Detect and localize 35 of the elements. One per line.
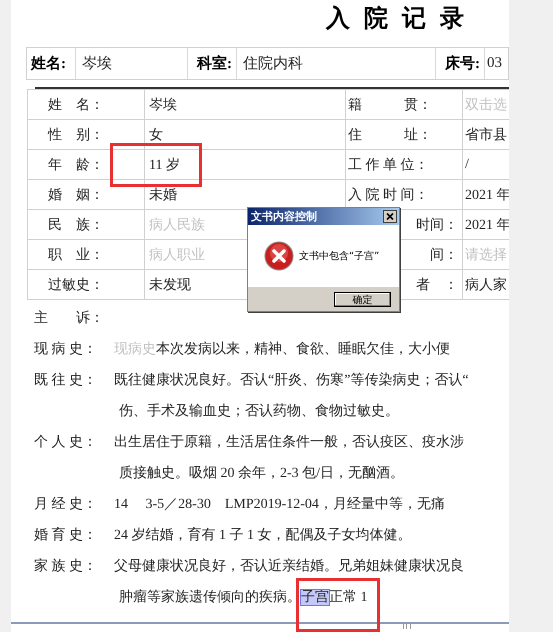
section-label: 主 诉： [34, 309, 105, 328]
document-title: 入 院 记 录 [326, 4, 468, 34]
field-label: 姓 名： [28, 90, 144, 120]
field-label: 过敏史： [28, 270, 144, 300]
paragraph-text: 24 岁结婚，育有 1 子 1 女，配偶及子女均体健。 [114, 528, 412, 543]
section-label: 婚 育 史： [34, 526, 98, 545]
field-label: 住 址： [346, 120, 462, 150]
field-label: 年 龄： [28, 150, 144, 180]
paragraph-text: 质接触史。吸烟 20 余年，2-3 包/日，无酗酒。 [119, 466, 404, 481]
field-value[interactable]: 11 岁 [144, 150, 346, 180]
dialog-title: 文书内容控制 [251, 209, 317, 224]
field-value[interactable]: 岑埃 [144, 90, 346, 120]
field-label: 工 作 单 位： [346, 150, 462, 180]
paragraph-text: 本次发病以来，精神、食欲、睡眠欠佳，大小便 [156, 342, 450, 357]
ok-button[interactable]: 确定 [334, 292, 391, 306]
section-label: 家 族 史： [34, 557, 98, 576]
paragraph-text: 现病史 [114, 342, 156, 357]
section-label: 既 往 史： [34, 372, 98, 390]
field-label: 性 别： [28, 120, 144, 150]
paragraph-text: 父母健康状况良好，否认近亲结婚。兄弟姐妹健康状况良 [114, 559, 464, 574]
section-label: 现 病 史： [34, 340, 98, 359]
field-label: 民 族： [28, 210, 144, 240]
field-label: 职 业： [28, 240, 144, 270]
paragraph-text: 出生居住于原籍，生活居住条件一般，否认疫区、疫水涉 [114, 435, 464, 450]
section-label: 月 经 史： [34, 496, 98, 514]
paragraph-text: 既往健康状况良好。否认“肝炎、伤寒”等传染病史；否认“ [114, 373, 469, 388]
selected-text: 子宫 [301, 590, 329, 605]
field-label: 籍 贯： [346, 90, 462, 120]
section-label: 个 人 史： [34, 434, 98, 452]
field-value[interactable]: 女 [144, 120, 346, 150]
paragraph-text: 肿瘤等家族遗传倾向的疾病。 [119, 590, 301, 605]
paragraph-text: 14 3-5／28-30 LMP2019-12-04，月经量中等，无痛 [114, 497, 445, 512]
paragraph-text: 伤、手术及输血史；否认药物、食物过敏史。 [119, 404, 399, 419]
field-label: 婚 姻： [28, 180, 144, 210]
paragraph-text: 正常 1 [329, 590, 368, 605]
